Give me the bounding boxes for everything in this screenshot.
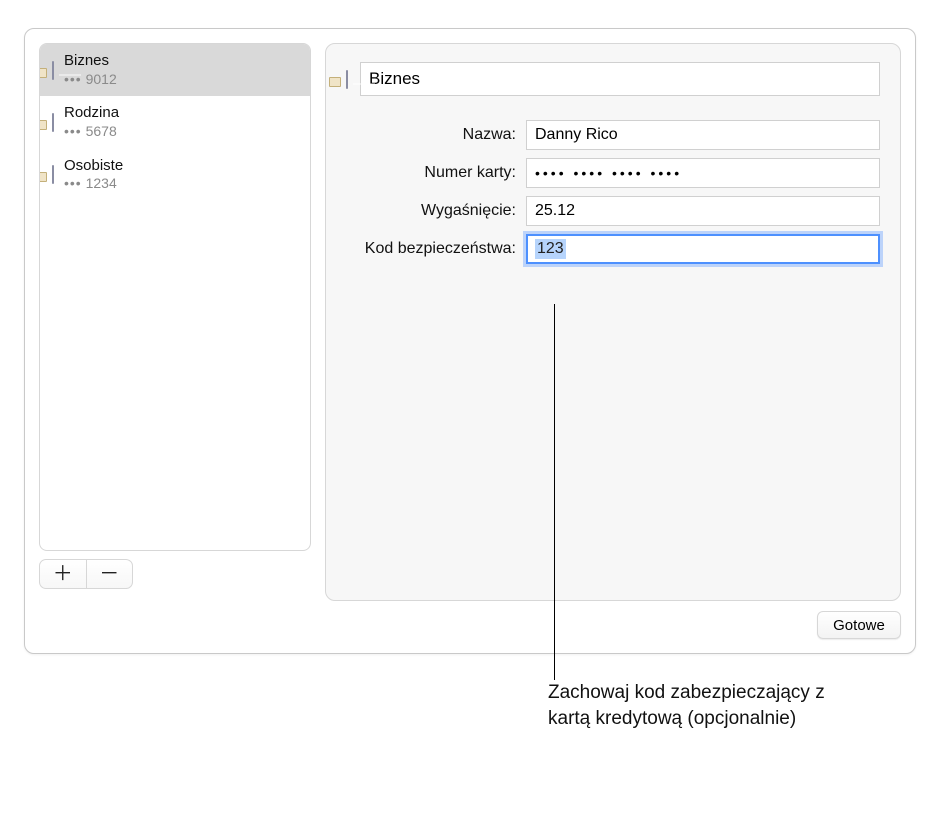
credit-card-icon	[346, 71, 348, 88]
card-number-field[interactable]	[526, 158, 880, 188]
card-item-title: Biznes	[64, 52, 117, 71]
expiry-label: Wygaśnięcie:	[346, 202, 516, 220]
done-button[interactable]: Gotowe	[817, 611, 901, 639]
name-field[interactable]	[526, 120, 880, 150]
card-form: Nazwa: Numer karty: Wygaśnięcie: Kod bez…	[346, 120, 880, 264]
credit-card-icon	[52, 166, 54, 183]
card-item-biznes[interactable]: Biznes ••• 9012	[40, 44, 310, 96]
cards-list: Biznes ••• 9012 Rodzina ••• 5678	[39, 43, 311, 551]
preferences-window: Biznes ••• 9012 Rodzina ••• 5678	[24, 28, 916, 654]
security-code-value: 123	[535, 239, 566, 259]
add-button[interactable]: ＋	[40, 560, 86, 588]
name-label: Nazwa:	[346, 126, 516, 144]
minus-icon: －	[99, 564, 119, 584]
card-number-label: Numer karty:	[346, 164, 516, 182]
sidebar: Biznes ••• 9012 Rodzina ••• 5678	[39, 43, 311, 601]
card-title-input[interactable]	[360, 62, 880, 96]
content-area: Biznes ••• 9012 Rodzina ••• 5678	[25, 29, 915, 601]
card-item-rodzina[interactable]: Rodzina ••• 5678	[40, 96, 310, 148]
card-item-texts: Rodzina ••• 5678	[64, 104, 119, 140]
security-code-label: Kod bezpieczeństwa:	[346, 240, 516, 258]
remove-button[interactable]: －	[87, 560, 133, 588]
credit-card-icon	[52, 62, 54, 79]
card-item-title: Rodzina	[64, 104, 119, 123]
callout-leader-line	[554, 304, 555, 680]
detail-panel: Nazwa: Numer karty: Wygaśnięcie: Kod bez…	[325, 43, 901, 601]
footer: Gotowe	[25, 601, 915, 653]
plus-icon: ＋	[53, 564, 73, 584]
security-code-field[interactable]: 123	[526, 234, 880, 264]
card-item-osobiste[interactable]: Osobiste ••• 1234	[40, 149, 310, 201]
add-remove-control: ＋ －	[39, 559, 133, 589]
card-item-title: Osobiste	[64, 157, 123, 176]
card-item-texts: Biznes ••• 9012	[64, 52, 117, 88]
card-item-texts: Osobiste ••• 1234	[64, 157, 123, 193]
credit-card-icon	[52, 114, 54, 131]
expiry-field[interactable]	[526, 196, 880, 226]
callout-text: Zachowaj kod zabezpieczający z kartą kre…	[548, 680, 848, 731]
